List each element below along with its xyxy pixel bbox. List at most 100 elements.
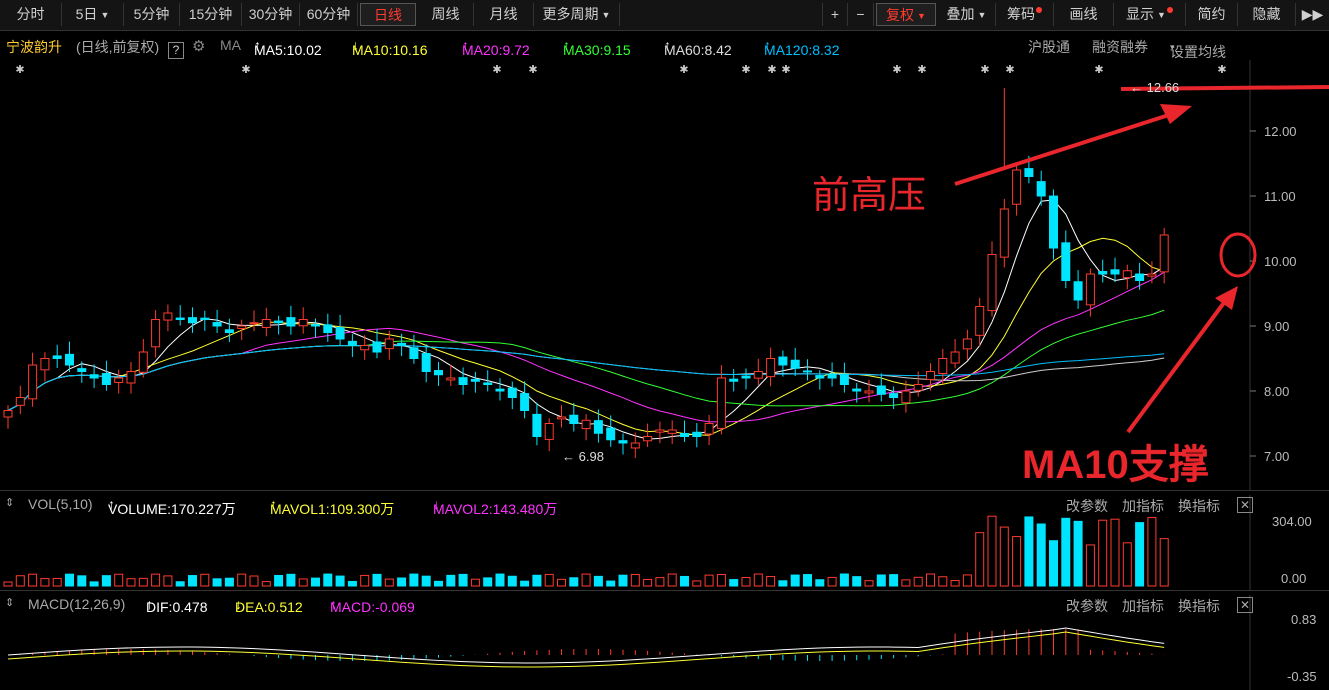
candle-body (347, 340, 357, 347)
volume-bar (926, 573, 935, 587)
high-price-label: ← 12.66 (1130, 80, 1180, 95)
candle-body (89, 374, 99, 379)
chevron-icon[interactable]: ⇕ (5, 496, 14, 509)
volume-bar (532, 574, 542, 587)
chevron-icon[interactable]: ⇕ (5, 596, 14, 609)
candle-body (1049, 195, 1058, 249)
candle-body (470, 378, 480, 382)
event-marker-icon: ✱ (1005, 64, 1014, 76)
volume-bar (950, 580, 960, 587)
volume-bar (569, 577, 579, 587)
volume-bar (1024, 516, 1034, 587)
candle-body (827, 373, 837, 379)
candle-body (237, 325, 247, 329)
candle-body (335, 327, 345, 340)
volume-bar (975, 532, 985, 587)
volume-bar (175, 581, 185, 587)
volume-bar (397, 577, 407, 587)
macd-add-indicator-button[interactable]: 加指标 (1122, 596, 1164, 616)
event-marker-icon: ✱ (741, 64, 750, 76)
volume-bar (347, 580, 357, 587)
dif-value: DIF:0.478 ↑ (146, 596, 208, 615)
candle-body (40, 358, 50, 371)
candle-body (729, 378, 739, 382)
volume-bar (421, 575, 431, 587)
macd-edit-params-button[interactable]: 改参数 (1066, 596, 1108, 616)
candle-body (3, 410, 13, 418)
vol-axis-label: 0.00 (1281, 571, 1307, 586)
price-axis-label: 7.00 (1264, 449, 1290, 464)
candle-body (360, 345, 370, 351)
event-marker-icon: ✱ (980, 64, 989, 76)
volume-bar (753, 573, 763, 587)
candle-body (913, 384, 923, 391)
candle-body (1098, 270, 1108, 275)
candle-body (667, 429, 677, 434)
volume-bar (1122, 542, 1132, 587)
volume-bar (335, 575, 345, 587)
candle-body (261, 319, 271, 328)
price-axis-label: 12.00 (1264, 124, 1297, 139)
vol-switch-indicator-button[interactable]: 换指标 (1178, 496, 1220, 516)
mavol1-value: MAVOL1:109.300万 ↑ (270, 496, 395, 517)
candle-body (409, 347, 419, 360)
volume-bar (1049, 540, 1058, 587)
volume-bar (1098, 519, 1108, 587)
candle-body (704, 423, 714, 435)
arrow-head-icon (1215, 286, 1238, 310)
volume-bar (52, 577, 62, 587)
macd-switch-indicator-button[interactable]: 换指标 (1178, 596, 1220, 616)
candle-body (803, 370, 812, 373)
volume-bar (1061, 517, 1071, 587)
volume-bar (434, 580, 443, 587)
volume-bar (999, 526, 1009, 587)
vol-axis-label: 304.00 (1272, 514, 1312, 529)
candle-body (126, 371, 136, 384)
kline-chart[interactable]: ✱ ✱ ✱ ✱ ✱ ✱ ✱ ✱ ✱ ✱ ✱ ✱ ✱ ✱ (0, 0, 1329, 690)
volume-bar (28, 573, 38, 587)
candle-body (1135, 273, 1145, 282)
volume-bar (741, 577, 751, 587)
candle-body (544, 423, 554, 440)
vol-text: VOLUME:170.227万 (108, 501, 236, 517)
volume-bar (667, 573, 677, 587)
candle-body (138, 351, 148, 373)
volume-bar (101, 575, 111, 587)
volume-bar (458, 573, 468, 587)
candle-body (889, 393, 899, 398)
event-marker-icon: ✱ (15, 64, 24, 76)
candle-body (557, 416, 566, 420)
volume-bar (40, 578, 50, 587)
low-price-text: 6.98 (578, 449, 604, 464)
volume-bar (1073, 520, 1083, 587)
macd-axis-label: -0.35 (1287, 669, 1317, 684)
volume-bar (1135, 522, 1145, 587)
volume-bar (716, 574, 726, 587)
volume-bar (126, 578, 136, 587)
mavol1-text: MAVOL1:109.300万 (270, 501, 395, 517)
volume-bar (151, 573, 161, 587)
volume-bar (65, 573, 74, 587)
volume-bars (3, 515, 1169, 587)
macd-value: MACD:-0.069 ↑ (330, 596, 415, 615)
volume-bar (593, 575, 603, 587)
candle-body (876, 385, 886, 395)
volume-bar (766, 576, 776, 587)
candle-body (532, 413, 542, 438)
macd-axis-label: 0.83 (1291, 612, 1317, 627)
volume-bar (1110, 518, 1120, 587)
volume-bar (446, 574, 456, 587)
volume-bar (704, 574, 714, 587)
volume-bar (901, 579, 911, 587)
candle-body (15, 397, 25, 406)
vol-add-indicator-button[interactable]: 加指标 (1122, 496, 1164, 516)
arrow-head-icon (1160, 104, 1192, 124)
volume-bar (1036, 523, 1046, 587)
volume-bar (1012, 536, 1022, 587)
candle-body (839, 374, 849, 385)
vol-edit-params-button[interactable]: 改参数 (1066, 496, 1108, 516)
close-icon[interactable]: ✕ (1237, 497, 1253, 513)
volume-bar (987, 515, 997, 587)
volume-bar (655, 577, 665, 587)
close-icon[interactable]: ✕ (1237, 597, 1253, 613)
